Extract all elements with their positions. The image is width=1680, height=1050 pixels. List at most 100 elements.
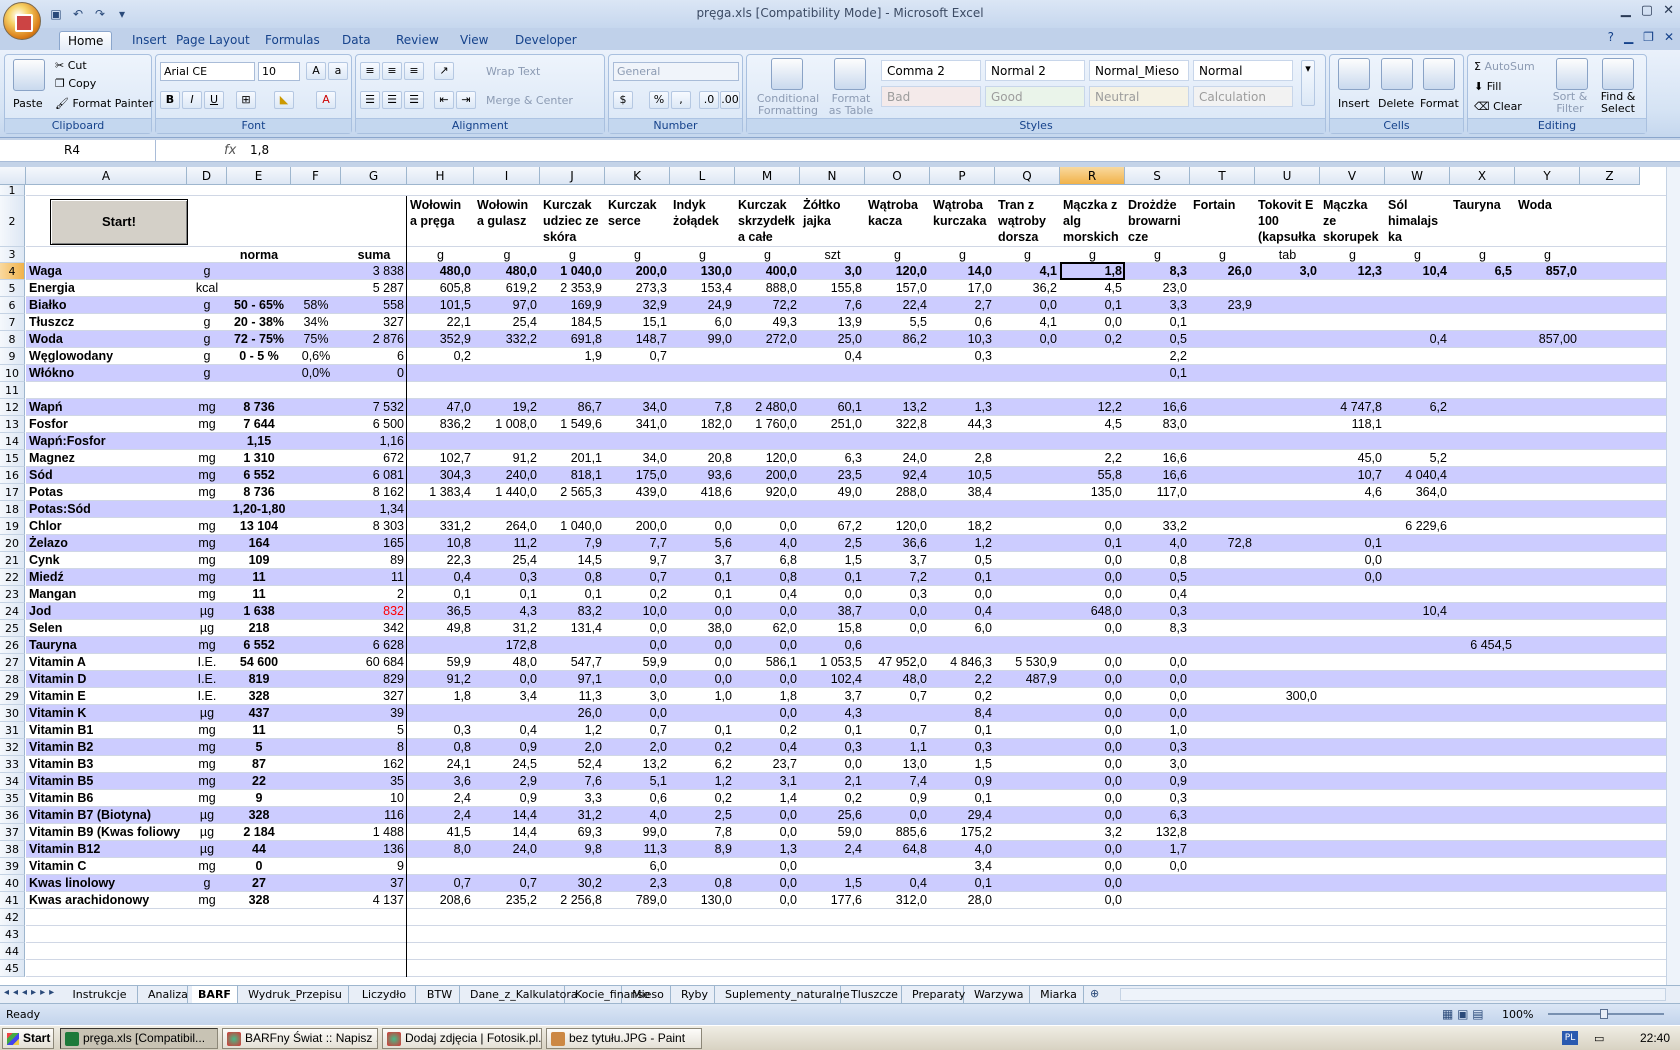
percent-icon[interactable]: % <box>649 91 669 109</box>
column-header[interactable]: M <box>735 167 800 185</box>
table-cell[interactable]: 0,7 <box>605 348 670 364</box>
table-cell[interactable]: 22,3 <box>407 552 474 568</box>
table-cell[interactable]: 23,9 <box>1190 297 1255 313</box>
table-cell[interactable]: 7,2 <box>865 569 930 585</box>
table-cell[interactable]: 0,0 <box>995 331 1060 347</box>
font-color-icon[interactable]: A <box>316 91 336 109</box>
table-cell[interactable]: 13,0 <box>865 756 930 772</box>
table-cell[interactable]: 10,7 <box>1320 467 1385 483</box>
table-cell[interactable]: 0,9 <box>930 773 995 789</box>
table-cell[interactable]: 52,4 <box>540 756 605 772</box>
table-cell[interactable]: 0,4 <box>474 722 540 738</box>
table-cell[interactable]: 30,2 <box>540 875 605 891</box>
table-cell[interactable]: 0,2 <box>605 586 670 602</box>
table-cell[interactable]: 177,6 <box>800 892 865 908</box>
row-header[interactable]: 21 <box>0 552 25 569</box>
table-cell[interactable]: 888,0 <box>735 280 800 296</box>
table-cell[interactable]: 1 040,0 <box>540 263 605 279</box>
merge-center-button[interactable]: Merge & Center <box>486 94 573 107</box>
column-header[interactable]: S <box>1125 167 1190 185</box>
table-cell[interactable]: 9,7 <box>605 552 670 568</box>
table-cell[interactable]: 0,0 <box>735 671 800 687</box>
fx-icon[interactable]: fx <box>160 140 244 161</box>
zoom-slider[interactable] <box>1548 1009 1664 1019</box>
table-cell[interactable]: 0,1 <box>930 790 995 806</box>
table-cell[interactable]: 36,6 <box>865 535 930 551</box>
table-cell[interactable]: 153,4 <box>670 280 735 296</box>
table-cell[interactable]: 155,8 <box>800 280 865 296</box>
table-cell[interactable]: 0,0 <box>605 671 670 687</box>
table-cell[interactable]: 0,0 <box>1060 739 1125 755</box>
table-cell[interactable]: 69,3 <box>540 824 605 840</box>
table-cell[interactable]: 5,6 <box>670 535 735 551</box>
table-cell[interactable]: 33,2 <box>1125 518 1190 534</box>
table-cell[interactable]: 3,4 <box>930 858 995 874</box>
table-cell[interactable]: 2,7 <box>930 297 995 313</box>
table-cell[interactable]: 6,0 <box>930 620 995 636</box>
minimize-icon[interactable]: ▁ <box>1621 3 1631 18</box>
table-cell[interactable]: 2,9 <box>474 773 540 789</box>
table-cell[interactable]: 0,7 <box>407 875 474 891</box>
table-cell[interactable]: 0,9 <box>865 790 930 806</box>
row-header[interactable]: 18 <box>0 501 25 518</box>
tab-review[interactable]: Review <box>388 31 447 50</box>
table-cell[interactable]: 480,0 <box>407 263 474 279</box>
table-cell[interactable]: 0,8 <box>1125 552 1190 568</box>
table-cell[interactable]: 0,5 <box>1125 569 1190 585</box>
table-cell[interactable]: 0,0 <box>865 620 930 636</box>
table-cell[interactable]: 2,3 <box>605 875 670 891</box>
table-cell[interactable]: 97,0 <box>474 297 540 313</box>
table-cell[interactable]: 6 229,6 <box>1385 518 1450 534</box>
increase-indent-icon[interactable]: ⇥ <box>456 91 476 109</box>
table-cell[interactable]: 16,6 <box>1125 399 1190 415</box>
table-cell[interactable]: 0,2 <box>800 790 865 806</box>
row-header[interactable]: 7 <box>0 314 25 331</box>
table-cell[interactable]: 0,0 <box>800 756 865 772</box>
table-cell[interactable]: 0,3 <box>1125 739 1190 755</box>
number-format-select[interactable]: General <box>613 62 739 81</box>
row-header[interactable]: 14 <box>0 433 25 450</box>
table-cell[interactable]: 200,0 <box>735 467 800 483</box>
table-cell[interactable]: 3,3 <box>1125 297 1190 313</box>
table-cell[interactable]: 1,5 <box>800 552 865 568</box>
table-cell[interactable]: 0,0 <box>1060 654 1125 670</box>
table-cell[interactable]: 0,0 <box>1060 790 1125 806</box>
table-cell[interactable]: 45,0 <box>1320 450 1385 466</box>
table-cell[interactable]: 91,2 <box>407 671 474 687</box>
tab-insert[interactable]: Insert <box>124 31 174 50</box>
table-cell[interactable]: 44,3 <box>930 416 995 432</box>
sheet-nav-icon[interactable]: ◂◂◂▸▸▸ <box>4 987 58 998</box>
row-header[interactable]: 34 <box>0 773 25 790</box>
row-header[interactable]: 22 <box>0 569 25 586</box>
table-cell[interactable]: 300,0 <box>1255 688 1320 704</box>
table-cell[interactable]: 547,7 <box>540 654 605 670</box>
table-cell[interactable]: 2,4 <box>407 807 474 823</box>
row-header[interactable]: 4 <box>0 263 25 280</box>
table-cell[interactable]: 0,2 <box>735 722 800 738</box>
tab-data[interactable]: Data <box>334 31 379 50</box>
table-cell[interactable]: 3,0 <box>800 263 865 279</box>
table-cell[interactable]: 2 256,8 <box>540 892 605 908</box>
clear-button[interactable]: ⌫ Clear <box>1474 100 1522 113</box>
table-cell[interactable]: 72,8 <box>1190 535 1255 551</box>
table-cell[interactable]: 0,0 <box>1125 705 1190 721</box>
table-cell[interactable]: 10,8 <box>407 535 474 551</box>
table-cell[interactable]: 0,1 <box>930 722 995 738</box>
table-cell[interactable]: 135,0 <box>1060 484 1125 500</box>
table-cell[interactable]: 0,0 <box>605 705 670 721</box>
table-cell[interactable]: 3,7 <box>670 552 735 568</box>
table-cell[interactable]: 0,0 <box>670 518 735 534</box>
table-cell[interactable]: 264,0 <box>474 518 540 534</box>
row-header[interactable]: 28 <box>0 671 25 688</box>
column-header[interactable]: T <box>1190 167 1255 185</box>
insert-button[interactable]: Insert <box>1338 97 1370 110</box>
sheet-tab[interactable]: Miarka <box>1034 986 1084 1003</box>
sheet-tab[interactable]: Mieso <box>626 986 671 1003</box>
table-cell[interactable]: 0,0 <box>670 603 735 619</box>
table-cell[interactable]: 2,0 <box>605 739 670 755</box>
table-cell[interactable]: 28,0 <box>930 892 995 908</box>
table-cell[interactable]: 7,9 <box>540 535 605 551</box>
table-cell[interactable]: 0,0 <box>735 858 800 874</box>
insert-sheet-icon[interactable]: ⊕ <box>1090 987 1099 1000</box>
column-header[interactable]: Q <box>995 167 1060 185</box>
